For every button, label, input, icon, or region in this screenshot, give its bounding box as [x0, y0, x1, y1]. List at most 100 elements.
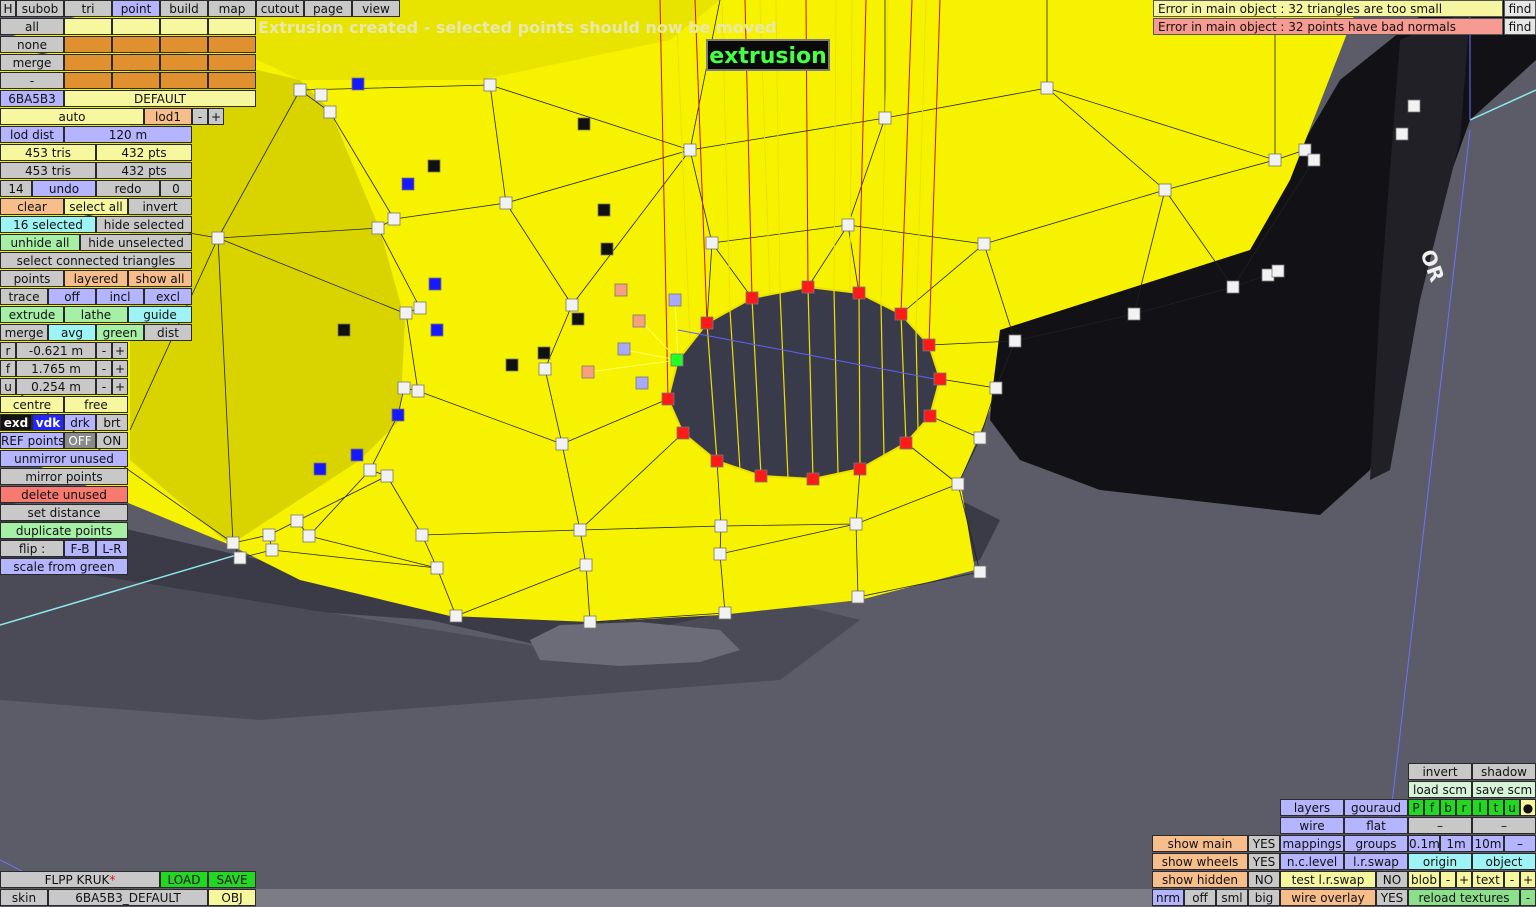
free-button[interactable]: free [64, 396, 128, 413]
grid-1m-button[interactable]: 1m [1440, 835, 1472, 852]
centre-button[interactable]: centre [0, 396, 64, 413]
group-swatch[interactable] [160, 72, 208, 89]
tab-tri[interactable]: tri [64, 0, 112, 17]
merge-groups-button[interactable]: merge [0, 54, 64, 71]
trace-incl-button[interactable]: incl [96, 288, 144, 305]
select-all-groups-button[interactable]: all [0, 18, 64, 35]
group-swatch[interactable] [64, 36, 112, 53]
lod-auto-button[interactable]: auto [0, 108, 144, 125]
f-minus-button[interactable]: - [96, 360, 112, 377]
nrm-sml-button[interactable]: sml [1216, 889, 1248, 906]
blob-button[interactable]: blob [1408, 871, 1440, 888]
flip-lr-button[interactable]: L-R [96, 540, 128, 557]
show-main-button[interactable]: show main [1152, 835, 1248, 852]
lod-minus-button[interactable]: - [192, 108, 208, 125]
show-main-yes[interactable]: YES [1248, 835, 1280, 852]
select-none-button[interactable]: none [0, 36, 64, 53]
tab-cutout[interactable]: cutout [256, 0, 304, 17]
lathe-button[interactable]: lathe [64, 306, 128, 323]
flat-button[interactable]: flat [1344, 817, 1408, 834]
redo-button[interactable]: redo [96, 180, 160, 197]
mappings-button[interactable]: mappings [1280, 835, 1344, 852]
group-swatch[interactable] [112, 36, 160, 53]
group-swatch[interactable] [208, 54, 256, 71]
extrude-button[interactable]: extrude [0, 306, 64, 323]
grid-10m-button[interactable]: 10m [1472, 835, 1504, 852]
view-f-button[interactable]: f [1424, 799, 1440, 816]
group-swatch[interactable] [208, 18, 256, 35]
blob-minus-button[interactable]: - [1440, 871, 1456, 888]
merge-green-button[interactable]: green [96, 324, 144, 341]
show-all-button[interactable]: show all [128, 270, 192, 287]
nrm-button[interactable]: nrm [1152, 889, 1184, 906]
show-hidden-no[interactable]: NO [1248, 871, 1280, 888]
tab-build[interactable]: build [160, 0, 208, 17]
save-scm-button[interactable]: save scm [1472, 781, 1536, 798]
test-lr-swap-no[interactable]: NO [1376, 871, 1408, 888]
save-button[interactable]: SAVE [208, 871, 256, 888]
r-minus-button[interactable]: - [96, 342, 112, 359]
group-swatch[interactable] [160, 54, 208, 71]
find-button[interactable]: find [1504, 0, 1536, 17]
view-l-button[interactable]: l [1472, 799, 1488, 816]
dash-button[interactable]: – [1408, 817, 1472, 834]
3d-viewport[interactable]: OR [0, 0, 1536, 907]
ref-on-button[interactable]: ON [96, 432, 128, 449]
group-swatch[interactable] [208, 36, 256, 53]
wire-overlay-button[interactable]: wire overlay [1280, 889, 1376, 906]
group-swatch[interactable] [64, 54, 112, 71]
u-plus-button[interactable]: + [112, 378, 128, 395]
nrm-big-button[interactable]: big [1248, 889, 1280, 906]
group-swatch[interactable] [112, 18, 160, 35]
layers-button[interactable]: layers [1280, 799, 1344, 816]
grid-01m-button[interactable]: 0.1m [1408, 835, 1440, 852]
select-all-button[interactable]: select all [64, 198, 128, 215]
origin-button[interactable]: origin [1408, 853, 1472, 870]
undo-button[interactable]: undo [32, 180, 96, 197]
flip-fb-button[interactable]: F-B [64, 540, 96, 557]
ref-off-button[interactable]: OFF [64, 432, 96, 449]
load-scm-button[interactable]: load scm [1408, 781, 1472, 798]
skin-name-button[interactable]: DEFAULT [64, 90, 256, 107]
group-swatch[interactable] [112, 54, 160, 71]
invert-button[interactable]: invert [128, 198, 192, 215]
grid-minus-button[interactable]: – [1504, 835, 1536, 852]
hide-unselected-button[interactable]: hide unselected [80, 234, 192, 251]
show-hidden-button[interactable]: show hidden [1152, 871, 1248, 888]
view-u-button[interactable]: u [1504, 799, 1520, 816]
tab-subob[interactable]: subob [16, 0, 64, 17]
group-swatch[interactable] [160, 18, 208, 35]
help-button[interactable]: H [0, 0, 16, 17]
blob-plus-button[interactable]: + [1456, 871, 1472, 888]
reload-textures-button[interactable]: reload textures [1408, 889, 1520, 906]
object-button[interactable]: object [1472, 853, 1536, 870]
text-minus-button[interactable]: - [1504, 871, 1520, 888]
invert-view-button[interactable]: invert [1408, 763, 1472, 780]
wire-button[interactable]: wire [1280, 817, 1344, 834]
f-plus-button[interactable]: + [112, 360, 128, 377]
skin-name[interactable]: 6BA5B3_DEFAULT [48, 889, 208, 906]
minus-button[interactable]: - [0, 72, 64, 89]
shadow-button[interactable]: shadow [1472, 763, 1536, 780]
group-swatch[interactable] [64, 18, 112, 35]
delete-unused-button[interactable]: delete unused [0, 486, 128, 503]
text-plus-button[interactable]: + [1520, 871, 1536, 888]
view-dot-button[interactable]: ● [1520, 799, 1536, 816]
find-button[interactable]: find [1504, 18, 1536, 35]
select-connected-button[interactable]: select connected triangles [0, 252, 192, 269]
f-value[interactable]: 1.765 m [16, 360, 96, 377]
hide-selected-button[interactable]: hide selected [96, 216, 192, 233]
lod-plus-button[interactable]: + [208, 108, 224, 125]
load-button[interactable]: LOAD [160, 871, 208, 888]
guide-button[interactable]: guide [128, 306, 192, 323]
tab-point[interactable]: point [112, 0, 160, 17]
view-t-button[interactable]: t [1488, 799, 1504, 816]
tab-map[interactable]: map [208, 0, 256, 17]
view-p-button[interactable]: P [1408, 799, 1424, 816]
r-value[interactable]: -0.621 m [16, 342, 96, 359]
merge-dist-button[interactable]: dist [144, 324, 192, 341]
r-plus-button[interactable]: + [112, 342, 128, 359]
reload-minus-button[interactable]: - [1520, 889, 1536, 906]
u-minus-button[interactable]: - [96, 378, 112, 395]
gouraud-button[interactable]: gouraud [1344, 799, 1408, 816]
